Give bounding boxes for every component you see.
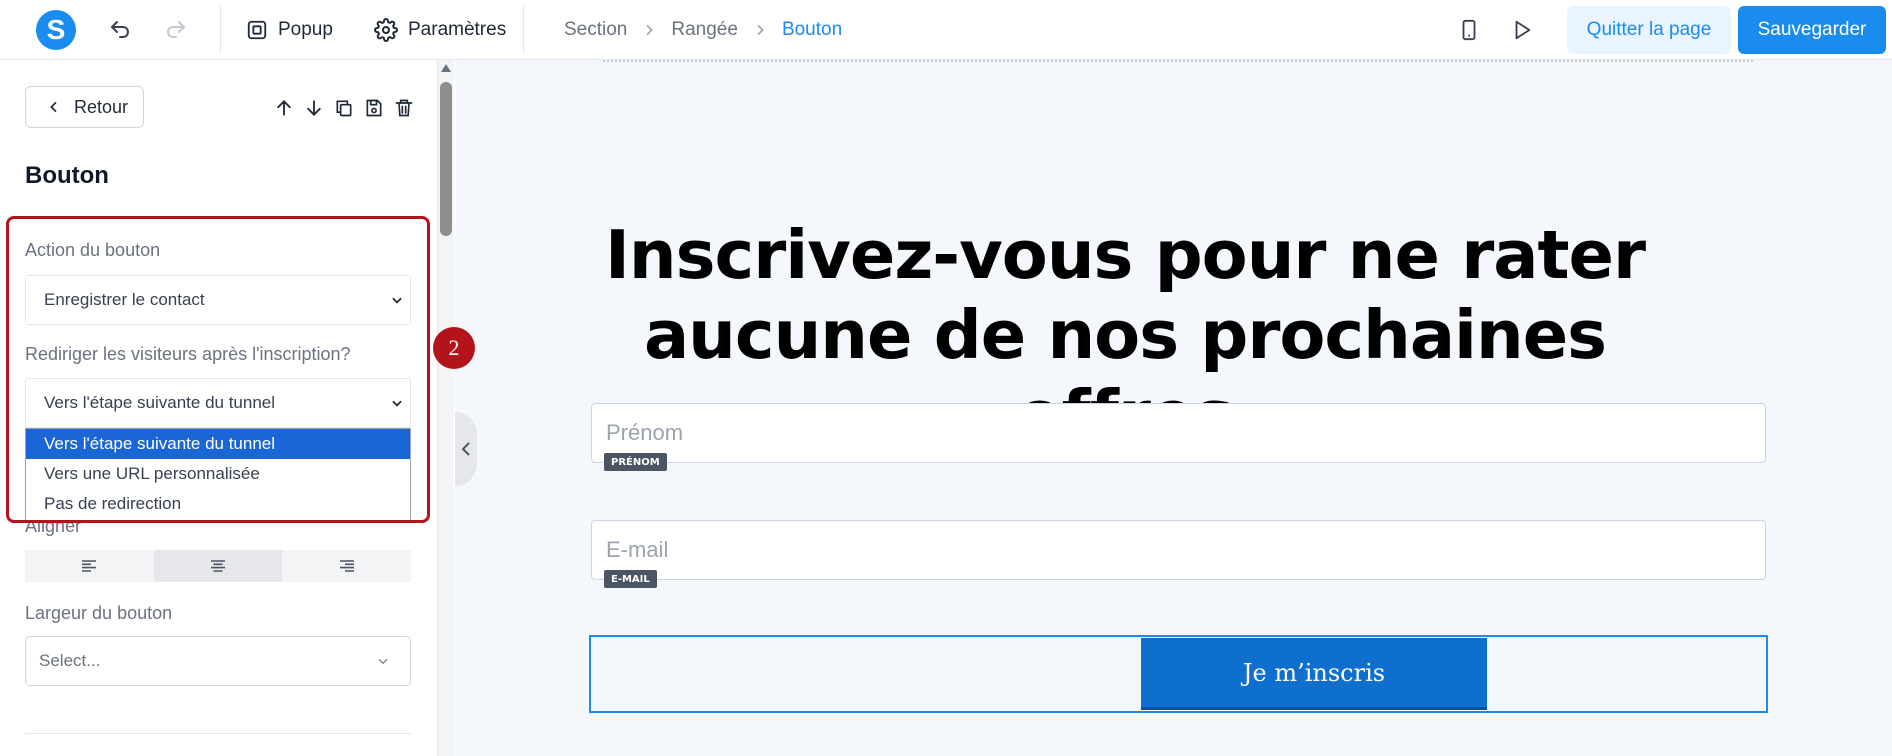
align-left-icon[interactable]: [25, 550, 154, 582]
width-placeholder: Select...: [39, 651, 101, 670]
gear-icon: [374, 18, 398, 42]
email-placeholder: E-mail: [606, 537, 669, 562]
duplicate-icon[interactable]: [332, 96, 356, 120]
align-selector: [25, 550, 411, 582]
chevron-left-icon: [460, 441, 472, 457]
align-right-icon[interactable]: [282, 550, 411, 582]
popup-label: Popup: [278, 19, 333, 40]
toolbar-divider: [220, 6, 221, 54]
firstname-input[interactable]: Prénom: [591, 403, 1766, 463]
toolbar-divider: [523, 6, 524, 54]
step-badge: 2: [433, 327, 475, 369]
save-block-icon[interactable]: [362, 96, 386, 120]
scroll-up-arrow-icon[interactable]: [441, 64, 451, 72]
email-tag: E-MAIL: [604, 570, 657, 588]
chevron-right-icon: [752, 22, 768, 38]
firstname-tag: PRÉNOM: [604, 453, 667, 471]
panel-title: Bouton: [25, 162, 109, 189]
breadcrumb-row[interactable]: Rangée: [671, 19, 738, 41]
page-canvas: Inscrivez-vous pour ne rater aucune de n…: [455, 60, 1892, 756]
quit-page-button[interactable]: Quitter la page: [1567, 6, 1731, 54]
width-label: Largeur du bouton: [25, 603, 173, 623]
popup-icon: [246, 19, 268, 41]
popup-button[interactable]: Popup: [246, 14, 333, 46]
move-down-icon[interactable]: [302, 96, 326, 120]
email-input[interactable]: E-mail: [591, 520, 1766, 580]
align-center-icon[interactable]: [153, 550, 283, 582]
section-divider: [25, 733, 411, 734]
scroll-thumb[interactable]: [440, 82, 452, 236]
play-preview-icon[interactable]: [1508, 16, 1536, 44]
chevron-right-icon: [641, 22, 657, 38]
width-select[interactable]: Select...: [25, 636, 411, 686]
section-boundary: [603, 60, 1753, 62]
settings-label: Paramètres: [408, 19, 507, 40]
element-toolbar: [272, 96, 416, 120]
firstname-placeholder: Prénom: [606, 420, 684, 445]
app-logo[interactable]: S: [36, 10, 76, 50]
back-button[interactable]: Retour: [25, 86, 144, 128]
subscribe-button[interactable]: Je m’inscris: [1141, 638, 1487, 710]
breadcrumb-section[interactable]: Section: [564, 19, 627, 41]
collapse-panel-button[interactable]: [455, 412, 477, 486]
annotation-highlight-box: [6, 216, 430, 523]
logo-letter: S: [46, 14, 66, 45]
back-label: Retour: [74, 96, 129, 117]
top-bar: S Popup Paramètres Section Rangée Bouton…: [0, 0, 1892, 60]
trash-icon[interactable]: [392, 96, 416, 120]
selected-button-row[interactable]: Je m’inscris: [589, 635, 1768, 713]
save-button[interactable]: Sauvegarder: [1738, 6, 1886, 54]
chevron-left-icon: [46, 99, 62, 115]
undo-icon[interactable]: [106, 16, 134, 44]
panel-scrollbar[interactable]: [438, 60, 454, 756]
mobile-preview-icon[interactable]: [1455, 16, 1483, 44]
breadcrumb: Section Rangée Bouton: [564, 14, 842, 46]
move-up-icon[interactable]: [272, 96, 296, 120]
settings-panel: Retour Bouton Action du bouton Enregistr…: [0, 60, 438, 756]
settings-button[interactable]: Paramètres: [374, 14, 506, 46]
redo-icon[interactable]: [162, 16, 190, 44]
breadcrumb-button[interactable]: Bouton: [782, 19, 842, 41]
chevron-down-icon: [376, 654, 390, 668]
